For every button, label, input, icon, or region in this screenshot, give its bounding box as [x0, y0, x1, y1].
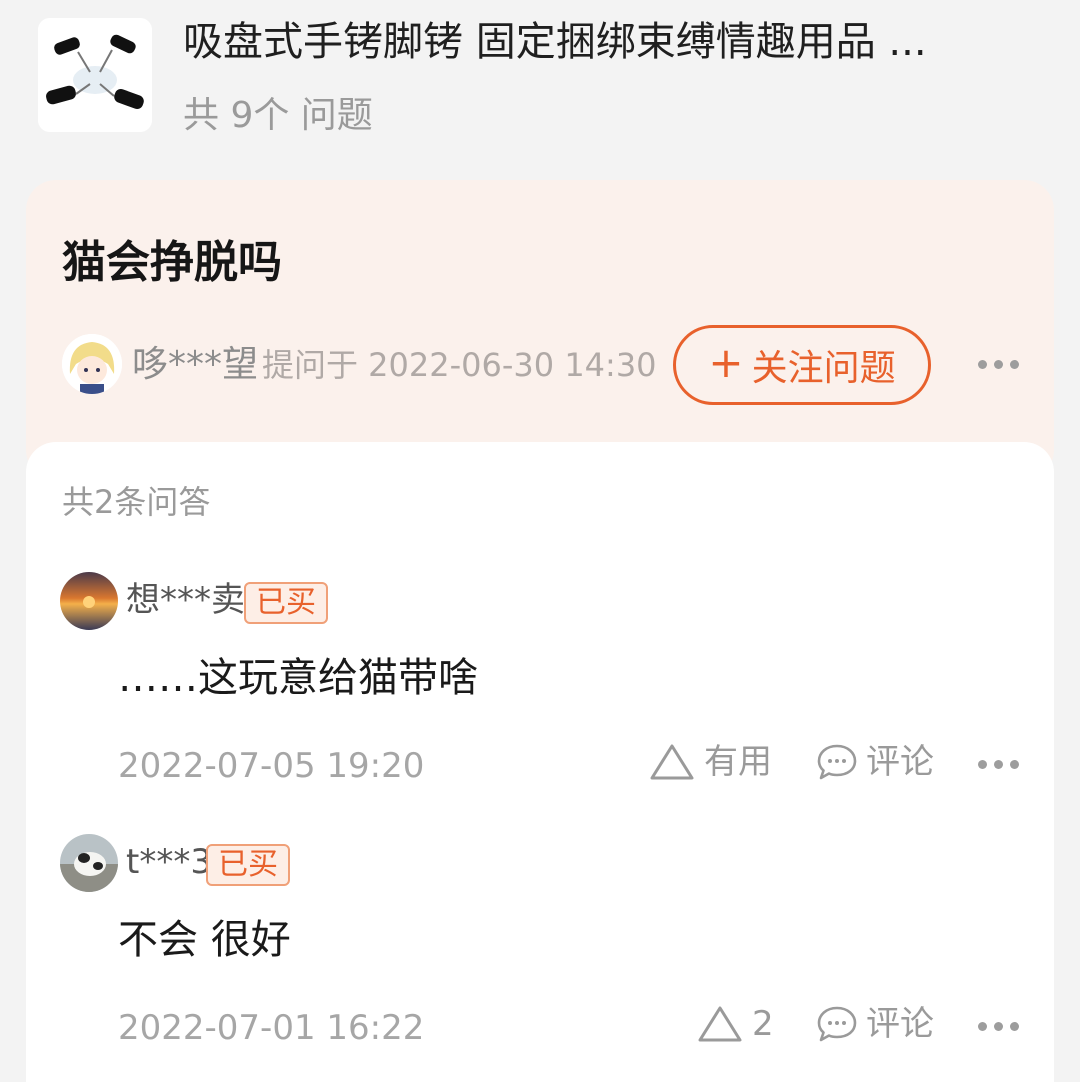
user-avatar[interactable]: [60, 572, 118, 630]
answers-card: 共2条问答 想***卖 已买 ……这玩意给猫带啥 2022-07-05 19:2…: [26, 442, 1054, 1082]
question-title: 猫会挣脱吗: [62, 237, 282, 288]
answer-text: ……这玩意给猫带啥: [118, 655, 478, 701]
answer-text: 不会 很好: [118, 917, 291, 963]
answer-timestamp: 2022-07-05 19:20: [118, 746, 425, 786]
answer-item: t***3 已买 不会 很好 2022-07-01 16:22 2 评论: [26, 834, 1054, 1082]
follow-question-label: 关注问题: [751, 348, 896, 389]
answer-more-icon[interactable]: [978, 760, 1019, 769]
product-title[interactable]: 吸盘式手铐脚铐 固定捆绑束缚情趣用品 ...: [183, 16, 1023, 68]
asker-avatar[interactable]: [62, 334, 122, 394]
comment-label: 评论: [866, 1004, 934, 1044]
comment-bubble-icon: [817, 1006, 857, 1042]
answer-more-icon[interactable]: [978, 1022, 1019, 1031]
answer-timestamp: 2022-07-01 16:22: [118, 1008, 425, 1048]
useful-label: 有用: [704, 742, 772, 782]
answer-username[interactable]: 想***卖: [126, 578, 245, 622]
anime-avatar-icon: [62, 334, 122, 394]
plus-icon: +: [708, 338, 744, 387]
comment-button[interactable]: 评论: [816, 1002, 934, 1046]
qa-page: 吸盘式手铐脚铐 固定捆绑束缚情趣用品 ... 共 9个 问题 猫会挣脱吗 哆**…: [0, 0, 1080, 1082]
follow-question-button[interactable]: + 关注问题: [673, 325, 931, 405]
triangle-upvote-icon: [698, 1006, 742, 1042]
useful-count: 2: [752, 1004, 774, 1044]
comment-bubble-icon: [817, 744, 857, 780]
question-card: 猫会挣脱吗 哆***望 提问于 2022-06-30 14:30 + 关注问题: [26, 180, 1054, 480]
useful-button[interactable]: 有用: [648, 740, 772, 784]
asker-name[interactable]: 哆***望: [132, 342, 258, 388]
useful-button[interactable]: 2: [696, 1002, 774, 1046]
triangle-upvote-icon: [650, 744, 694, 780]
purchased-badge: 已买: [206, 844, 290, 886]
sunset-avatar-icon: [60, 572, 118, 630]
answer-count: 共2条问答: [62, 483, 211, 521]
cat-photo-avatar-icon: [60, 834, 118, 892]
purchased-badge: 已买: [244, 582, 328, 624]
asked-timestamp: 提问于 2022-06-30 14:30: [262, 346, 657, 384]
user-avatar[interactable]: [60, 834, 118, 892]
question-count: 共 9个 问题: [183, 95, 373, 136]
product-thumbnail[interactable]: [38, 18, 152, 132]
answer-item: 想***卖 已买 ……这玩意给猫带啥 2022-07-05 19:20 有用 评…: [26, 572, 1054, 832]
product-cuffs-image: [38, 18, 152, 132]
question-more-icon[interactable]: [978, 360, 1019, 369]
comment-button[interactable]: 评论: [816, 740, 934, 784]
answer-username[interactable]: t***3: [126, 840, 212, 884]
comment-label: 评论: [866, 742, 934, 782]
